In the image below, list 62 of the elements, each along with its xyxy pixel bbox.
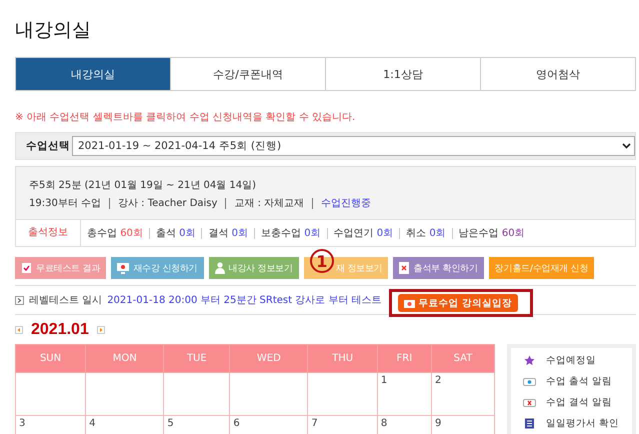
chevron-down-icon [622, 143, 631, 149]
weekday-header: SUN [16, 344, 86, 372]
day-number: 2 [434, 375, 442, 386]
notice-text: ※ 아래 수업선택 셀렉트바를 클릭하여 수업 신청내역을 확인할 수 있습니다. [15, 111, 356, 125]
document-icon [399, 262, 410, 274]
weekday-header: WED [230, 344, 308, 372]
level-test-label: 레벨테스트 일시 [29, 294, 102, 307]
day-number: 5 [167, 418, 174, 429]
star-icon [523, 355, 536, 366]
legend-label: 수업 출석 알림 [546, 375, 612, 388]
stat-text: 취소 0회 [399, 228, 446, 238]
status-text: 수업진행중 [312, 198, 372, 209]
course-select[interactable]: 2021-01-19 ~ 2021-04-14 주5회 (진행) [72, 136, 635, 156]
day-number: 8 [380, 418, 388, 429]
stat-text: 보충수업 0회 [254, 228, 321, 238]
stat-text: 수업연기 0회 [326, 228, 394, 238]
day-number: 3 [19, 418, 26, 429]
legend-label: 수업예정일 [546, 354, 596, 367]
cross-icon [523, 398, 536, 406]
weekday-header: TUE [164, 344, 230, 372]
day-cell[interactable] [16, 372, 86, 416]
camera-icon [404, 298, 415, 308]
day-cell[interactable] [86, 372, 164, 416]
legend-label: 일일평가서 확인 [546, 417, 620, 430]
day-number: 4 [89, 418, 96, 429]
weekday-header: MON [86, 344, 164, 372]
schedule-text: 주5회 25분 (21년 01월 19일 ~ 21년 04월 14일) [28, 179, 258, 193]
previous-month-icon[interactable] [15, 326, 23, 334]
legend-label: 수업 결석 알림 [546, 396, 612, 409]
stat-text: 남은수업 60회 [452, 228, 525, 238]
next-month-icon[interactable] [96, 326, 105, 334]
level-test-text: 2021-01-18 20:00 부터 25분간 SRtest 강사로 부터 테스트 [107, 294, 382, 307]
weekday-header: SAT [431, 344, 494, 372]
page-title: 내강의실 [15, 18, 92, 43]
day-cell[interactable]: 1 [377, 372, 432, 416]
clipboard-check-icon [21, 262, 32, 274]
day-cell[interactable] [164, 372, 230, 416]
arrow-right-icon [15, 296, 24, 304]
detail-text: 19:30부터 수업 [29, 198, 101, 209]
day-number: 9 [434, 418, 442, 429]
stat-text: 결석 0회 [201, 228, 248, 238]
detail-text: 교재 : 자체교재 [225, 198, 304, 209]
course-select-label: 수업선택 [26, 139, 71, 153]
day-cell[interactable]: 3 [16, 416, 86, 434]
detail-text: 강사 : Teacher Daisy [109, 198, 218, 209]
day-number: 6 [233, 418, 240, 429]
day-cell[interactable]: 2 [431, 372, 494, 416]
sheet-icon [523, 418, 536, 429]
eye-icon [523, 378, 536, 386]
day-cell[interactable] [308, 372, 378, 416]
weekday-header: FRI [377, 344, 432, 372]
stat-text: 총수업 60회 [87, 228, 143, 238]
day-number: 7 [311, 418, 318, 429]
attendance-label: 출석정보 [16, 220, 81, 246]
person-icon [214, 262, 225, 274]
stat-text: 출석 0회 [148, 228, 196, 238]
day-cell[interactable] [230, 372, 308, 416]
day-number: 1 [380, 375, 388, 386]
tab[interactable]: 내강의실 [16, 58, 170, 90]
month-title: 2021.01 [31, 321, 89, 339]
weekday-header: THU [308, 344, 378, 372]
monitor-icon [117, 262, 130, 274]
